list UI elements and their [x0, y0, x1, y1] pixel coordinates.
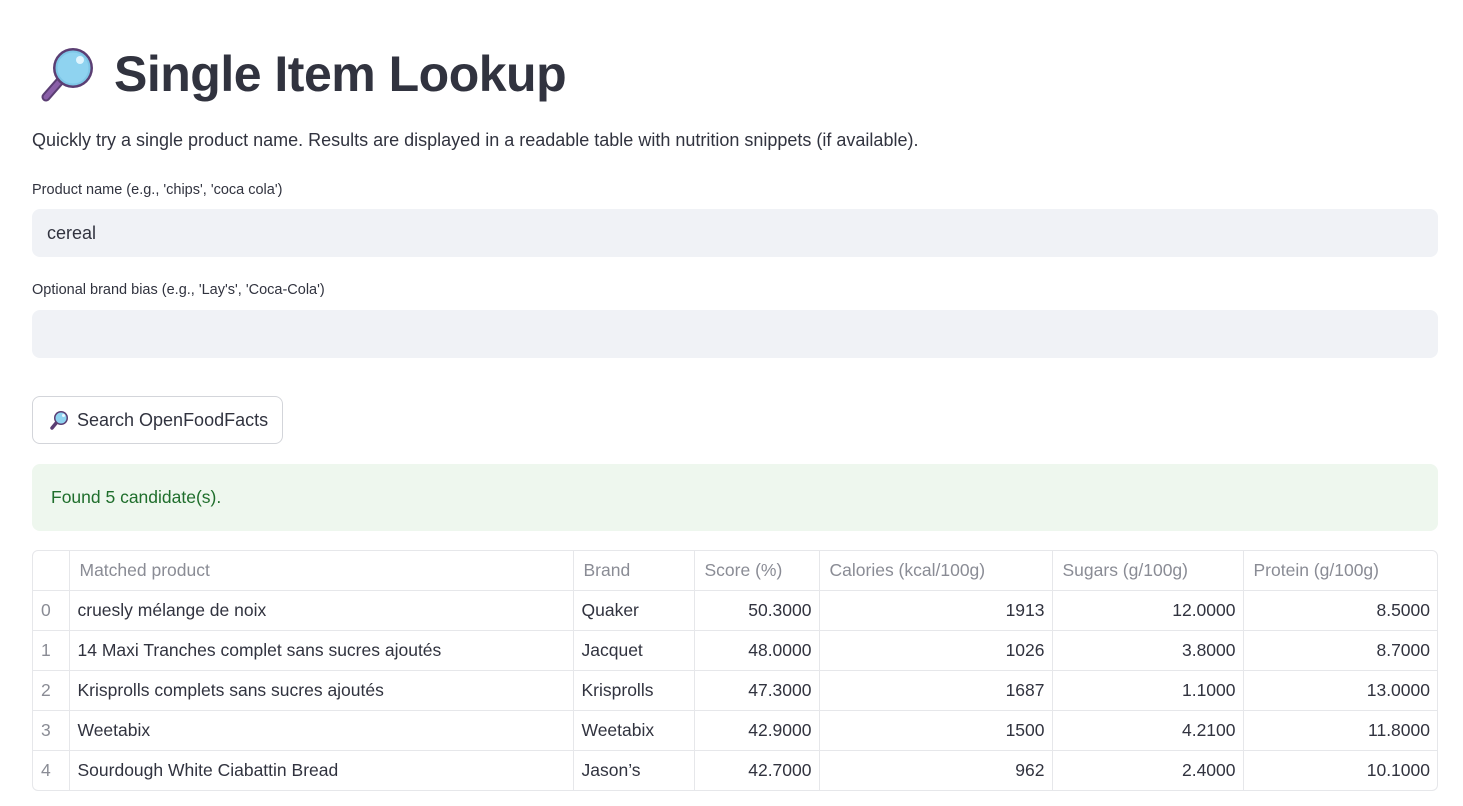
table-row[interactable]: 1 14 Maxi Tranches complet sans sucres a…	[33, 630, 1437, 671]
protein-cell[interactable]: 8.7000	[1243, 630, 1437, 671]
sugars-cell[interactable]: 1.1000	[1052, 670, 1244, 711]
matched-product-cell[interactable]: Weetabix	[69, 710, 574, 751]
protein-cell[interactable]: 13.0000	[1243, 670, 1437, 711]
magnifying-glass-icon	[41, 48, 93, 102]
success-alert: Found 5 candidate(s).	[32, 464, 1438, 531]
score-cell[interactable]: 50.3000	[694, 590, 820, 631]
brand-cell[interactable]: Quaker	[573, 590, 695, 631]
row-index: 4	[33, 750, 70, 790]
calories-cell[interactable]: 1687	[819, 670, 1053, 711]
search-button-label: Search OpenFoodFacts	[77, 409, 269, 430]
calories-cell[interactable]: 1026	[819, 630, 1053, 671]
matched-product-cell[interactable]: Sourdough White Ciabattin Bread	[69, 750, 574, 790]
score-cell[interactable]: 47.3000	[694, 670, 820, 711]
matched-product-cell[interactable]: cruesly mélange de noix	[69, 590, 574, 631]
column-header-protein[interactable]: Protein (g/100g)	[1243, 551, 1437, 591]
brand-cell[interactable]: Krisprolls	[573, 670, 695, 711]
brand-cell[interactable]: Weetabix	[573, 710, 695, 751]
search-button[interactable]: Search OpenFoodFacts	[32, 396, 284, 444]
score-cell[interactable]: 48.0000	[694, 630, 820, 671]
brand-cell[interactable]: Jason’s	[573, 750, 695, 790]
row-index: 3	[33, 710, 70, 751]
column-header-brand[interactable]: Brand	[573, 551, 695, 591]
row-index: 0	[33, 590, 70, 631]
table-header-row: Matched product Brand Score (%) Calories…	[33, 551, 1437, 591]
results-table[interactable]: Matched product Brand Score (%) Calories…	[32, 550, 1438, 791]
page-header: Single Item Lookup	[38, 42, 567, 106]
calories-cell[interactable]: 962	[819, 750, 1053, 790]
magnifying-glass-icon	[50, 411, 68, 430]
table-row[interactable]: 0 cruesly mélange de noix Quaker 50.3000…	[33, 590, 1437, 631]
calories-cell[interactable]: 1500	[819, 710, 1053, 751]
brand-cell[interactable]: Jacquet	[573, 630, 695, 671]
page-subtitle: Quickly try a single product name. Resul…	[32, 130, 919, 150]
sugars-cell[interactable]: 2.4000	[1052, 750, 1244, 790]
table-row[interactable]: 4 Sourdough White Ciabattin Bread Jason’…	[33, 750, 1437, 791]
column-header-score[interactable]: Score (%)	[694, 551, 820, 591]
sugars-cell[interactable]: 4.2100	[1052, 710, 1244, 751]
matched-product-cell[interactable]: 14 Maxi Tranches complet sans sucres ajo…	[69, 630, 574, 671]
protein-cell[interactable]: 8.5000	[1243, 590, 1437, 631]
score-cell[interactable]: 42.7000	[694, 750, 820, 790]
brand-bias-label: Optional brand bias (e.g., 'Lay's', 'Coc…	[32, 282, 325, 298]
page-title: Single Item Lookup	[114, 46, 567, 102]
product-name-input[interactable]	[32, 209, 1438, 257]
success-message: Found 5 candidate(s).	[51, 487, 222, 507]
column-header-sugars[interactable]: Sugars (g/100g)	[1052, 551, 1244, 591]
row-index: 1	[33, 630, 70, 671]
sugars-cell[interactable]: 3.8000	[1052, 630, 1244, 671]
column-header-product[interactable]: Matched product	[69, 551, 574, 591]
table-row[interactable]: 3 Weetabix Weetabix 42.9000 1500 4.2100 …	[33, 710, 1437, 751]
table-row[interactable]: 2 Krisprolls complets sans sucres ajouté…	[33, 670, 1437, 711]
column-header-index[interactable]	[33, 551, 70, 591]
sugars-cell[interactable]: 12.0000	[1052, 590, 1244, 631]
matched-product-cell[interactable]: Krisprolls complets sans sucres ajoutés	[69, 670, 574, 711]
product-name-label: Product name (e.g., 'chips', 'coca cola'…	[32, 182, 283, 198]
protein-cell[interactable]: 10.1000	[1243, 751, 1437, 791]
column-header-calories[interactable]: Calories (kcal/100g)	[819, 551, 1053, 591]
score-cell[interactable]: 42.9000	[694, 710, 820, 751]
row-index: 2	[33, 670, 70, 711]
calories-cell[interactable]: 1913	[819, 590, 1053, 631]
protein-cell[interactable]: 11.8000	[1243, 710, 1437, 751]
brand-bias-input[interactable]	[32, 310, 1438, 358]
